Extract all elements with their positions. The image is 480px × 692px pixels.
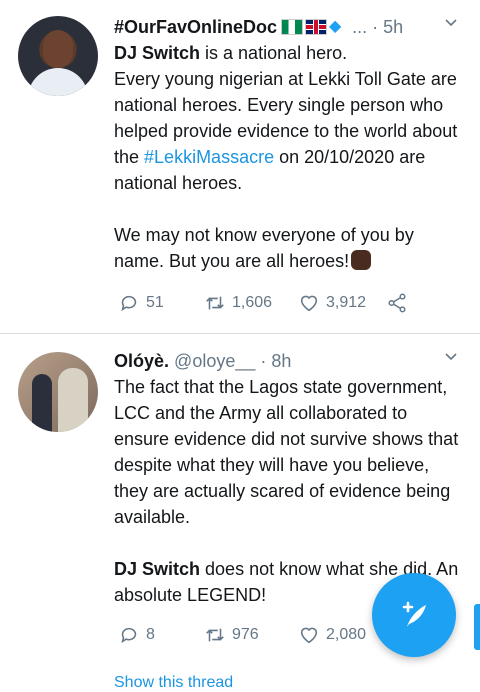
retweet-icon	[206, 628, 224, 642]
text-paragraph: The fact that the Lagos state government…	[114, 377, 459, 527]
tweet-header: #OurFavOnlineDoc ◆ ... · 5h	[114, 14, 464, 40]
retweet-icon	[206, 296, 224, 310]
like-button[interactable]: 3,912	[298, 289, 366, 317]
mention-name: DJ Switch	[114, 43, 201, 63]
reply-count: 51	[146, 294, 164, 311]
nigeria-flag-icon	[281, 19, 304, 35]
avatar-face	[43, 30, 73, 68]
avatar-person	[32, 374, 52, 432]
chevron-down-icon[interactable]	[444, 16, 458, 30]
gem-icon: ◆	[329, 18, 342, 35]
reply-icon	[121, 295, 137, 312]
show-thread-link[interactable]: Show this thread	[114, 674, 233, 692]
handle[interactable]: @oloye__	[174, 351, 255, 371]
like-icon	[300, 627, 318, 644]
timestamp[interactable]: 5h	[383, 17, 403, 37]
display-name[interactable]: Olóyè.	[114, 351, 169, 371]
tweet-actions: 51 1,606 3,912	[114, 289, 466, 317]
tweet[interactable]: #OurFavOnlineDoc ◆ ... · 5h DJ Switch is …	[0, 0, 480, 333]
hashtag-link[interactable]: #LekkiMassacre	[144, 147, 274, 167]
share-button[interactable]	[386, 289, 408, 317]
raised-fist-icon	[351, 250, 372, 270]
chevron-down-icon[interactable]	[444, 350, 458, 364]
display-name[interactable]: #OurFavOnlineDoc	[114, 17, 277, 37]
uk-flag-icon	[305, 19, 328, 35]
compose-icon	[402, 601, 426, 627]
text-line: is a national hero.	[200, 43, 348, 63]
retweet-button[interactable]: 1,606	[204, 289, 272, 317]
retweet-button[interactable]: 976	[204, 621, 259, 649]
handle-truncated: ...	[352, 17, 368, 37]
tweet-text: DJ Switch is a national hero. Every youn…	[114, 40, 466, 274]
tweet-header: Olóyè. @oloye__ · 8h	[114, 348, 464, 374]
mention-name: DJ Switch	[114, 559, 201, 579]
compose-tweet-button[interactable]	[372, 573, 456, 657]
avatar-coat	[28, 68, 88, 96]
like-icon	[300, 295, 318, 312]
separator-dot: ·	[260, 351, 267, 371]
avatar-person	[58, 368, 88, 432]
like-count: 3,912	[326, 294, 367, 311]
reply-count: 8	[146, 626, 155, 643]
avatar[interactable]	[18, 16, 98, 96]
reply-button[interactable]: 8	[118, 621, 155, 649]
timestamp[interactable]: 8h	[271, 351, 291, 371]
retweet-count: 1,606	[232, 294, 273, 311]
name-emojis: ◆	[281, 19, 347, 35]
retweet-count: 976	[232, 626, 259, 643]
separator-dot: ·	[372, 17, 379, 37]
like-button[interactable]: 2,080	[298, 621, 366, 649]
scroll-indicator[interactable]	[474, 604, 480, 650]
share-icon	[388, 293, 406, 313]
reply-icon	[121, 627, 137, 644]
like-count: 2,080	[326, 626, 367, 643]
reply-button[interactable]: 51	[118, 289, 164, 317]
avatar[interactable]	[18, 352, 98, 432]
